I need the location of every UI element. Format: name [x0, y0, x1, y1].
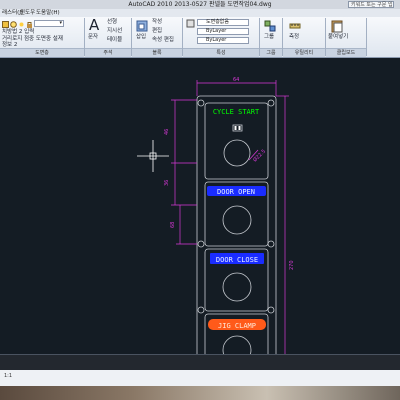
lock-icon[interactable]: [26, 21, 33, 28]
insert-block-icon[interactable]: [136, 20, 148, 32]
group-label-annotation: 주석: [85, 48, 131, 57]
measure-icon[interactable]: [289, 20, 301, 32]
ribbon: ▾ 치방법 2 입력 거리로지 점중 도면중 설재 정보 2 도면층 A 문자 …: [0, 17, 400, 58]
color-dropdown[interactable]: ByLayer: [197, 28, 249, 35]
status-bar: 1:1: [0, 370, 400, 386]
block-item-attedit[interactable]: 속성 편집: [152, 37, 174, 44]
block-item-create[interactable]: 작성: [152, 19, 162, 26]
ribbon-separator: [366, 18, 367, 56]
dim-diameter-text: Ø22.5: [251, 148, 267, 164]
search-input[interactable]: 키워드 또는 구문 입력: [348, 1, 394, 15]
menu-item-help[interactable]: 도움말(H): [36, 9, 60, 17]
drawing-canvas[interactable]: 64 46 36 68 270 Ø22.5 CYCLE START DOOR O…: [0, 58, 400, 354]
group-label-group: 그룹: [260, 48, 282, 57]
group-label-block: 블록: [132, 48, 182, 57]
paste-button-label: 붙여넣기: [328, 34, 349, 40]
dim-right-text: 270: [289, 260, 295, 270]
dimension-texts: 64 46 36 68 270 Ø22.5: [164, 77, 295, 270]
label-door-open-text: DOOR OPEN: [217, 188, 255, 196]
command-line[interactable]: [0, 354, 400, 371]
linetype-dropdown[interactable]: ByLayer: [197, 37, 249, 44]
dim-top-text: 64: [233, 77, 239, 83]
annotation-item-dimension[interactable]: 선형: [107, 19, 117, 26]
panel-outline: [196, 95, 277, 354]
sun-icon[interactable]: [18, 21, 25, 28]
label-jig-clamp: JIG CLAMP: [208, 319, 266, 330]
label-cycle-start-text: CYCLE START: [213, 108, 260, 116]
layer-top-dropdown[interactable]: 도면층없음: [197, 19, 249, 26]
layer-icon[interactable]: [2, 21, 9, 28]
lightbulb-icon[interactable]: [10, 21, 17, 28]
dim-side-3-text: 68: [170, 222, 176, 228]
group-label-properties: 특성: [183, 48, 259, 57]
autocad-window: AutoCAD 2010 2013-0527 판넬들 도면작업04.dwg 키워…: [0, 0, 400, 400]
label-door-close: DOOR CLOSE: [210, 253, 264, 264]
group-icon[interactable]: [264, 20, 276, 32]
crosshair-cursor: [137, 140, 169, 172]
draw-item-1[interactable]: 치방법 2 입력: [2, 29, 34, 36]
layer-dropdown[interactable]: ▾: [34, 20, 64, 27]
insert-label: 삽입: [136, 34, 147, 40]
window-title: AutoCAD 2010 2013-0527 판넬들 도면작업04.dwg: [128, 1, 272, 8]
title-bar: AutoCAD 2010 2013-0527 판넬들 도면작업04.dwg 키워…: [0, 0, 400, 15]
status-marker: [234, 126, 241, 130]
label-jig-clamp-text: JIG CLAMP: [218, 322, 256, 330]
group-label-clipboard: 클립보드: [326, 48, 366, 57]
desktop-strip: [0, 386, 400, 400]
menu-item-window[interactable]: 윈도우: [20, 9, 35, 17]
block-item-edit[interactable]: 편집: [152, 28, 162, 35]
label-door-open: DOOR OPEN: [207, 186, 266, 196]
match-properties-icon[interactable]: [186, 19, 195, 28]
dim-side-1-text: 46: [164, 129, 170, 135]
dim-side-2-text: 36: [164, 180, 170, 186]
text-tool-label: 문자: [88, 34, 99, 40]
label-door-close-text: DOOR CLOSE: [216, 256, 258, 264]
paste-icon[interactable]: [331, 19, 344, 33]
annotation-item-leader[interactable]: 지시선: [107, 28, 122, 35]
group-label-utilities: 유틸리티: [283, 48, 325, 57]
label-cycle-start: CYCLE START: [213, 108, 260, 116]
group-label-layers: 도면층: [0, 48, 84, 57]
status-coord: 1:1: [4, 373, 13, 379]
measure-button-label: 측정: [289, 34, 300, 40]
text-tool-icon[interactable]: A: [89, 17, 99, 33]
drawing-svg: 64 46 36 68 270 Ø22.5 CYCLE START DOOR O…: [137, 77, 295, 354]
annotation-item-table[interactable]: 테이블: [107, 37, 122, 44]
group-button-label: 그룹: [264, 34, 275, 40]
